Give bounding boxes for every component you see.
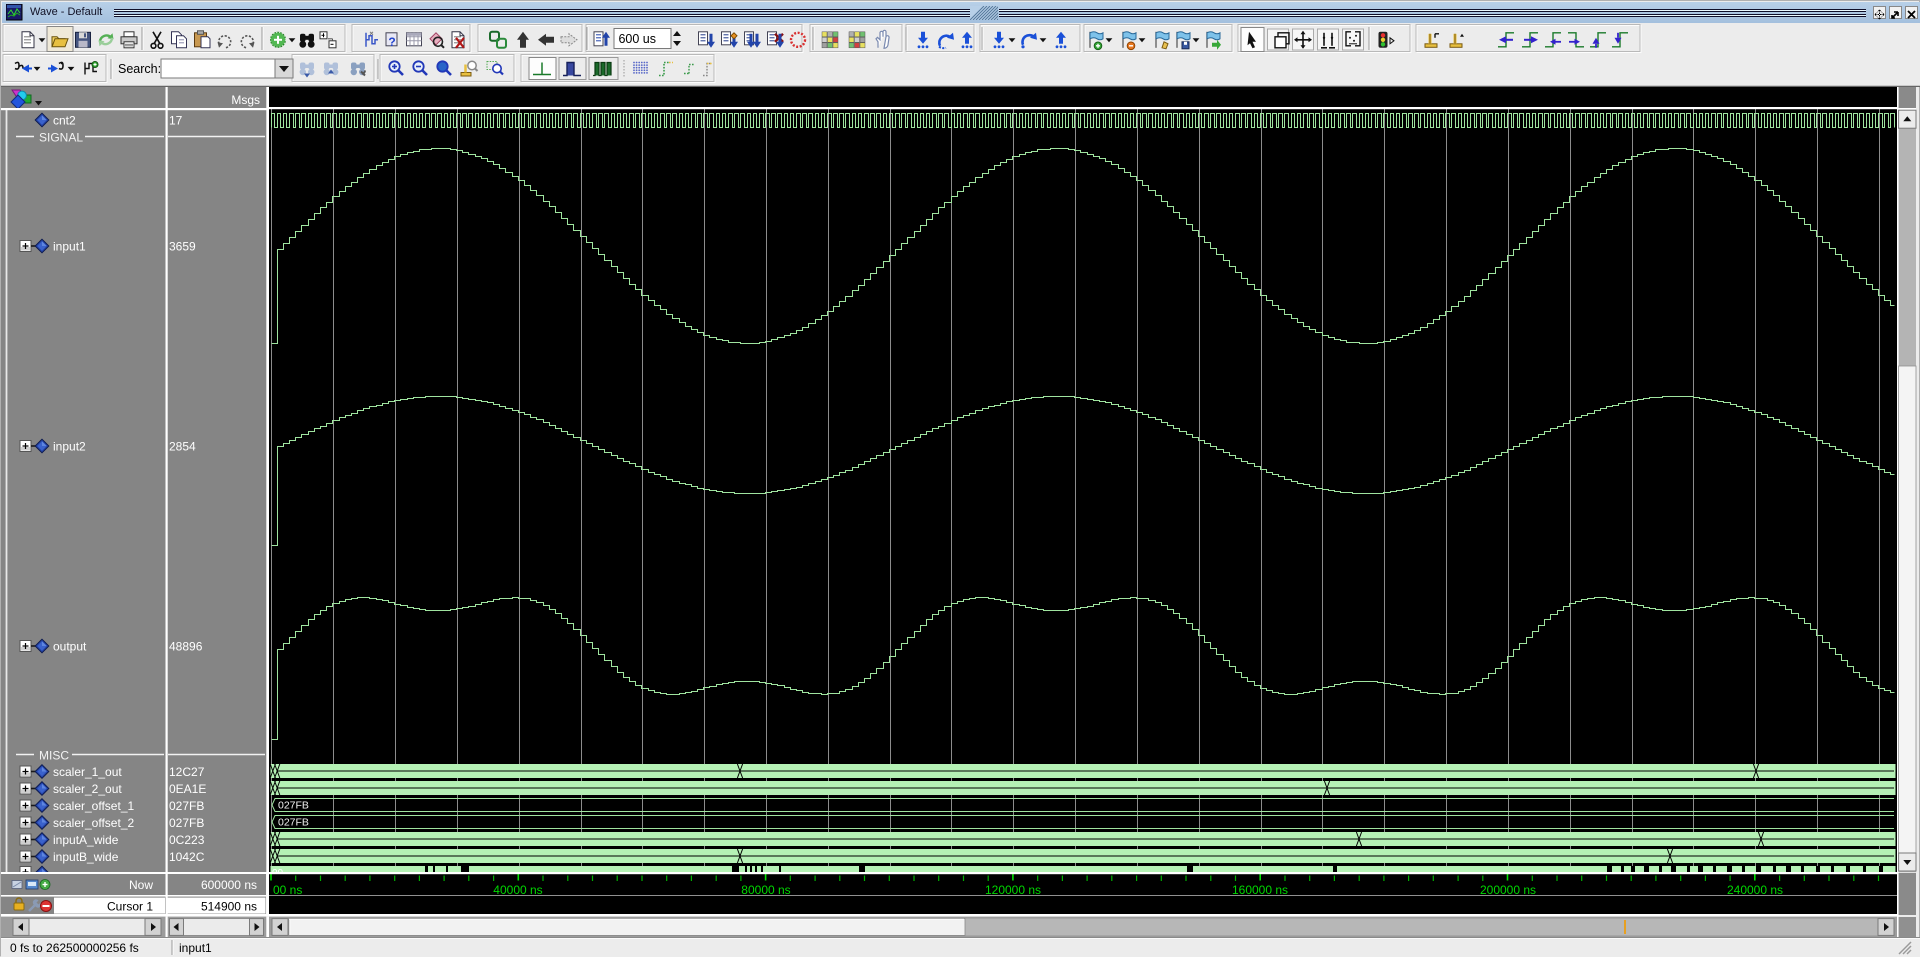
svg-text:Msgs: Msgs: [231, 93, 260, 107]
svg-text:MISC: MISC: [39, 749, 69, 763]
svg-text:027FB: 027FB: [169, 799, 204, 813]
svg-text:Search:: Search:: [118, 62, 161, 76]
svg-text:scaler_offset_1: scaler_offset_1: [53, 799, 134, 813]
svg-text:17: 17: [169, 114, 183, 128]
svg-text:027FB: 027FB: [169, 816, 204, 830]
svg-text:scaler_1_out: scaler_1_out: [53, 765, 122, 779]
svg-text:inputA_wide: inputA_wide: [53, 833, 119, 847]
svg-text:Now: Now: [129, 878, 153, 892]
svg-text:Cursor 1: Cursor 1: [107, 900, 153, 914]
svg-text:2854: 2854: [169, 440, 196, 454]
svg-text:1042C: 1042C: [169, 850, 205, 864]
svg-text:0 fs to 262500000256 fs: 0 fs to 262500000256 fs: [10, 941, 139, 955]
svg-text:3659: 3659: [169, 240, 196, 254]
svg-text:?: ?: [388, 35, 395, 49]
svg-text:SIGNAL: SIGNAL: [39, 131, 83, 145]
svg-text:027FB: 027FB: [278, 817, 309, 829]
svg-text:scaler_offset_2: scaler_offset_2: [53, 816, 134, 830]
svg-text:0EA1E: 0EA1E: [169, 782, 206, 796]
svg-text:input1: input1: [53, 240, 86, 254]
svg-text:027FB: 027FB: [278, 800, 309, 812]
svg-text:input1: input1: [179, 941, 212, 955]
svg-text:inputB_wide: inputB_wide: [53, 850, 119, 864]
svg-text:scaler_2_out: scaler_2_out: [53, 782, 122, 796]
svg-text:600 us: 600 us: [618, 32, 656, 46]
svg-text:cnt2: cnt2: [53, 114, 76, 128]
svg-text:input2: input2: [53, 440, 86, 454]
svg-text:0C223: 0C223: [169, 833, 205, 847]
svg-text:48896: 48896: [169, 640, 203, 654]
svg-text:output: output: [53, 640, 87, 654]
svg-text:600000 ns: 600000 ns: [201, 878, 257, 892]
svg-text:12C27: 12C27: [169, 765, 205, 779]
svg-text:514900 ns: 514900 ns: [201, 900, 257, 914]
